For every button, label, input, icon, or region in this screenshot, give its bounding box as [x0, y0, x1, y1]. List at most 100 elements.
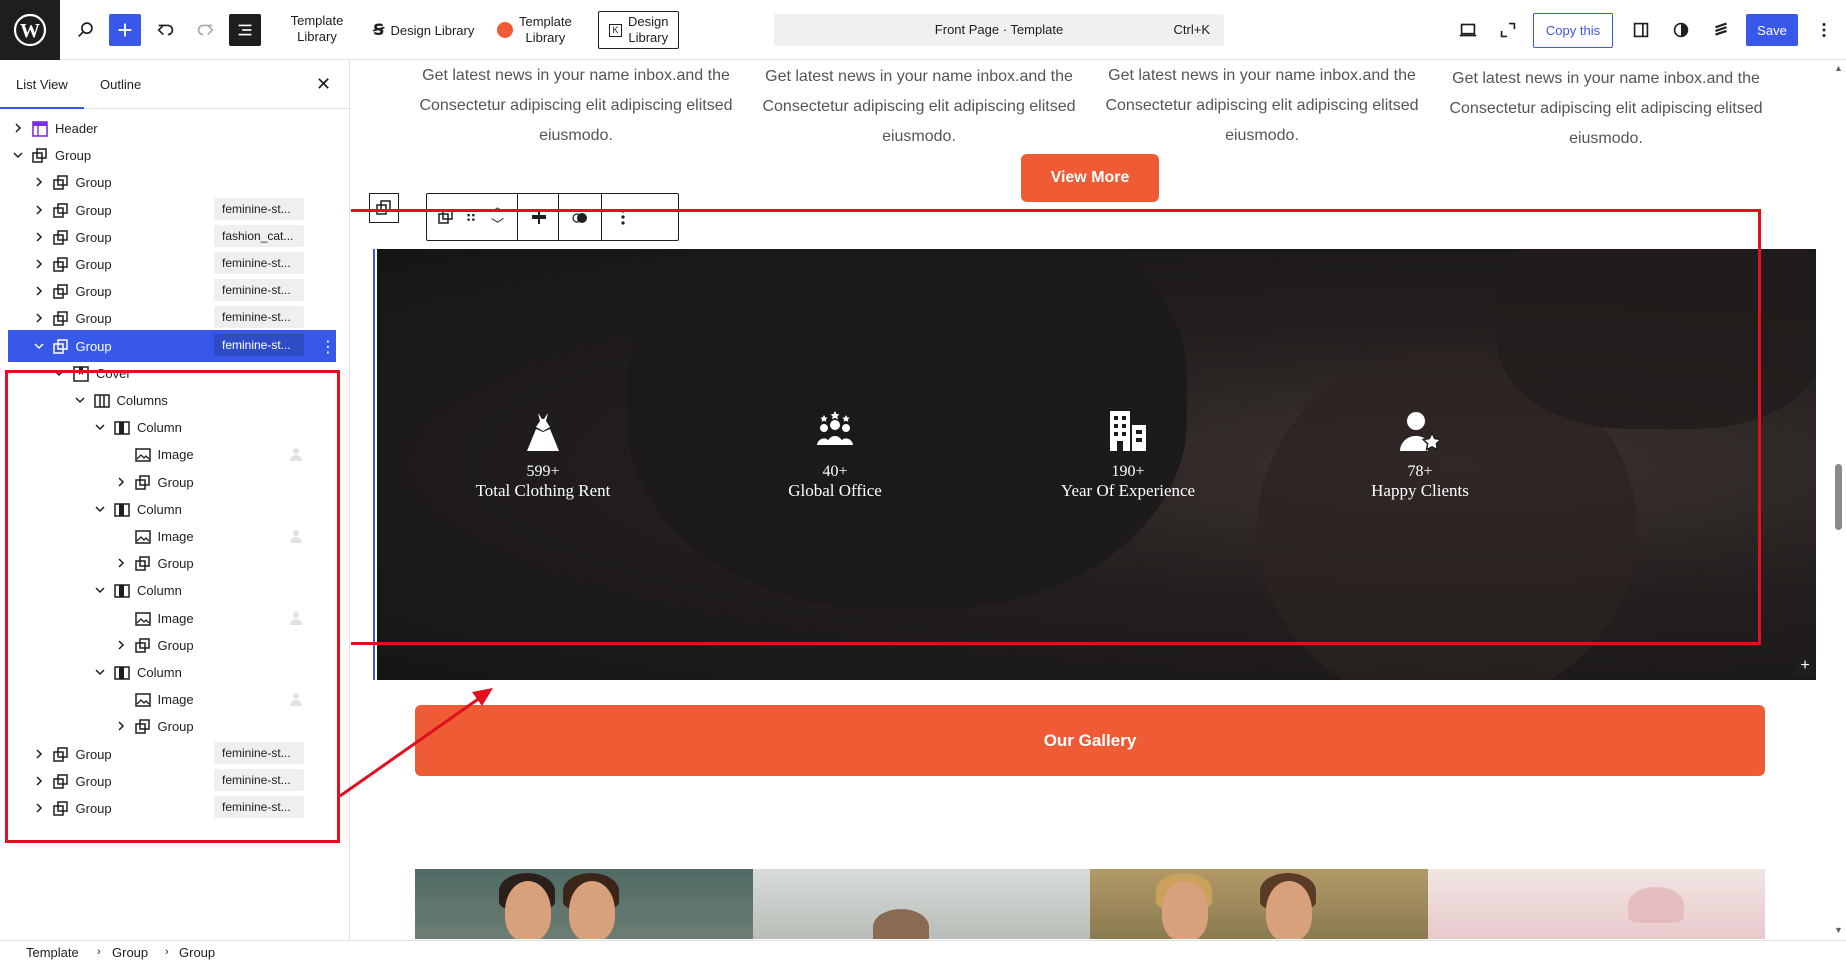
breadcrumb-separator-icon: › — [165, 946, 169, 958]
command-palette-search[interactable]: Front Page · Template Ctrl+K — [774, 14, 1224, 46]
gallery-image[interactable] — [415, 869, 753, 939]
image-block-icon — [134, 610, 152, 628]
hair-shape — [872, 909, 929, 939]
fullscreen-icon[interactable] — [1492, 14, 1524, 46]
group-block-icon — [52, 773, 70, 791]
scroll-down-icon[interactable]: ▼ — [1834, 925, 1843, 935]
chevron-down-icon[interactable] — [72, 392, 88, 408]
design-library-button-2[interactable]: K Design Library — [598, 11, 680, 49]
gallery-image[interactable] — [1427, 869, 1765, 939]
view-more-button[interactable]: View More — [1021, 154, 1159, 202]
block-class-badge: feminine-st... — [214, 741, 304, 764]
news-text-1: Get latest news in your name inbox.and t… — [419, 67, 733, 144]
design-library-button[interactable]: Ꞩ Design Library — [373, 15, 474, 45]
panel-tabs: List View Outline ✕ — [0, 61, 350, 109]
chevron-down-icon[interactable] — [51, 365, 67, 381]
gallery-images — [415, 869, 1765, 939]
chevron-right-icon[interactable] — [31, 256, 47, 272]
column-block-icon — [113, 582, 131, 600]
chevron-right-icon[interactable] — [10, 120, 26, 136]
block-class-badge: feminine-st... — [214, 252, 304, 274]
news-text-3: Get latest news in your name inbox.and t… — [1105, 67, 1419, 144]
search-icon[interactable] — [70, 14, 102, 46]
list-item[interactable]: Group feminine-st... — [0, 792, 340, 824]
save-button[interactable]: Save — [1746, 14, 1798, 46]
list-item-label: Group — [75, 257, 112, 272]
template-library-logo-icon — [497, 22, 513, 38]
scroll-up-icon[interactable]: ▲ — [1834, 63, 1843, 73]
chevron-right-icon[interactable] — [31, 800, 47, 816]
breadcrumb-item[interactable]: Template — [26, 945, 79, 960]
close-icon[interactable]: ✕ — [316, 75, 331, 93]
column-block-icon — [113, 419, 131, 437]
our-gallery-button[interactable]: Our Gallery — [415, 705, 1765, 776]
tab-outline[interactable]: Outline — [100, 77, 141, 92]
undo-icon[interactable] — [150, 14, 182, 46]
add-block-plus-icon[interactable]: + — [1796, 657, 1814, 675]
canvas-scrollbar[interactable]: ▲ ▼ — [1831, 61, 1846, 939]
wordpress-logo-icon[interactable]: W — [0, 0, 60, 60]
chevron-right-icon[interactable] — [31, 283, 47, 299]
chevron-right-icon[interactable] — [31, 202, 47, 218]
gallery-image[interactable] — [752, 869, 1090, 939]
image-thumbnail-icon — [288, 528, 304, 544]
settings-sidebar-icon[interactable] — [1625, 14, 1657, 46]
design-library-label: Design Library — [390, 22, 475, 38]
design-library-label-2: Design Library — [628, 14, 669, 45]
chevron-down-icon[interactable] — [92, 419, 108, 435]
list-item-label: Column — [137, 501, 182, 517]
chevron-down-icon[interactable] — [92, 582, 108, 598]
highlight-box-cover — [351, 209, 1761, 645]
styles-icon[interactable] — [1665, 14, 1697, 46]
editor-top-toolbar: W Template Library Ꞩ Design Library Temp… — [0, 0, 1846, 60]
template-library-button[interactable]: Template Library — [283, 13, 351, 45]
template-library-label-2: Template Library — [519, 14, 572, 45]
list-item-options-icon[interactable]: ⋮ — [320, 337, 336, 356]
list-view-panel: List View Outline ✕ Header Group Group Grou… — [0, 61, 350, 939]
news-text-2: Get latest news in your name inbox.and t… — [762, 68, 1076, 145]
svg-text:W: W — [20, 20, 40, 42]
scrollbar-thumb[interactable] — [1835, 464, 1842, 530]
chevron-right-icon[interactable] — [113, 555, 129, 571]
tab-list-view[interactable]: List View — [16, 77, 68, 92]
chevron-down-icon[interactable] — [92, 664, 108, 680]
group-block-icon — [31, 147, 49, 165]
image-thumbnail-icon — [288, 446, 304, 462]
chevron-right-icon[interactable] — [113, 637, 129, 653]
face-shape — [569, 881, 615, 939]
block-class-badge: feminine-st... — [214, 279, 304, 302]
add-block-button[interactable] — [109, 14, 141, 46]
gallery-image[interactable] — [1090, 869, 1428, 939]
redo-icon[interactable] — [189, 14, 221, 46]
template-part-icon — [31, 120, 49, 138]
document-overview-icon[interactable] — [229, 14, 261, 46]
chevron-right-icon[interactable] — [31, 310, 47, 326]
chevron-right-icon[interactable] — [31, 229, 47, 245]
template-library-button-2[interactable]: Template Library — [497, 14, 572, 45]
column-block-icon — [113, 501, 131, 519]
list-item-label: Column — [137, 583, 182, 599]
breadcrumb-item[interactable]: Group — [112, 945, 148, 960]
chevron-down-icon[interactable] — [92, 501, 108, 517]
list-item-label: Image — [157, 529, 194, 544]
list-item-label: Group — [75, 284, 112, 300]
list-item-label: Group — [75, 746, 112, 762]
group-block-icon — [52, 746, 70, 764]
list-item-label: Group — [157, 719, 194, 735]
desktop-preview-icon[interactable] — [1452, 14, 1484, 46]
chevron-right-icon[interactable] — [31, 174, 47, 190]
list-item-label: Columns — [116, 393, 168, 408]
chevron-right-icon[interactable] — [113, 474, 129, 490]
chevron-down-icon[interactable] — [10, 147, 26, 163]
copy-this-button[interactable]: Copy this — [1533, 13, 1613, 48]
face-shape — [1266, 881, 1312, 939]
active-tab-indicator — [0, 107, 84, 109]
column-block-icon — [113, 664, 131, 682]
chevron-right-icon[interactable] — [31, 746, 47, 762]
chevron-right-icon[interactable] — [31, 773, 47, 789]
options-menu-icon[interactable] — [1808, 14, 1840, 46]
news-text-4: Get latest news in your name inbox.and t… — [1449, 70, 1763, 147]
stackable-logo-icon[interactable] — [1705, 14, 1737, 46]
chevron-right-icon[interactable] — [113, 718, 129, 734]
chevron-down-icon[interactable] — [31, 338, 47, 354]
